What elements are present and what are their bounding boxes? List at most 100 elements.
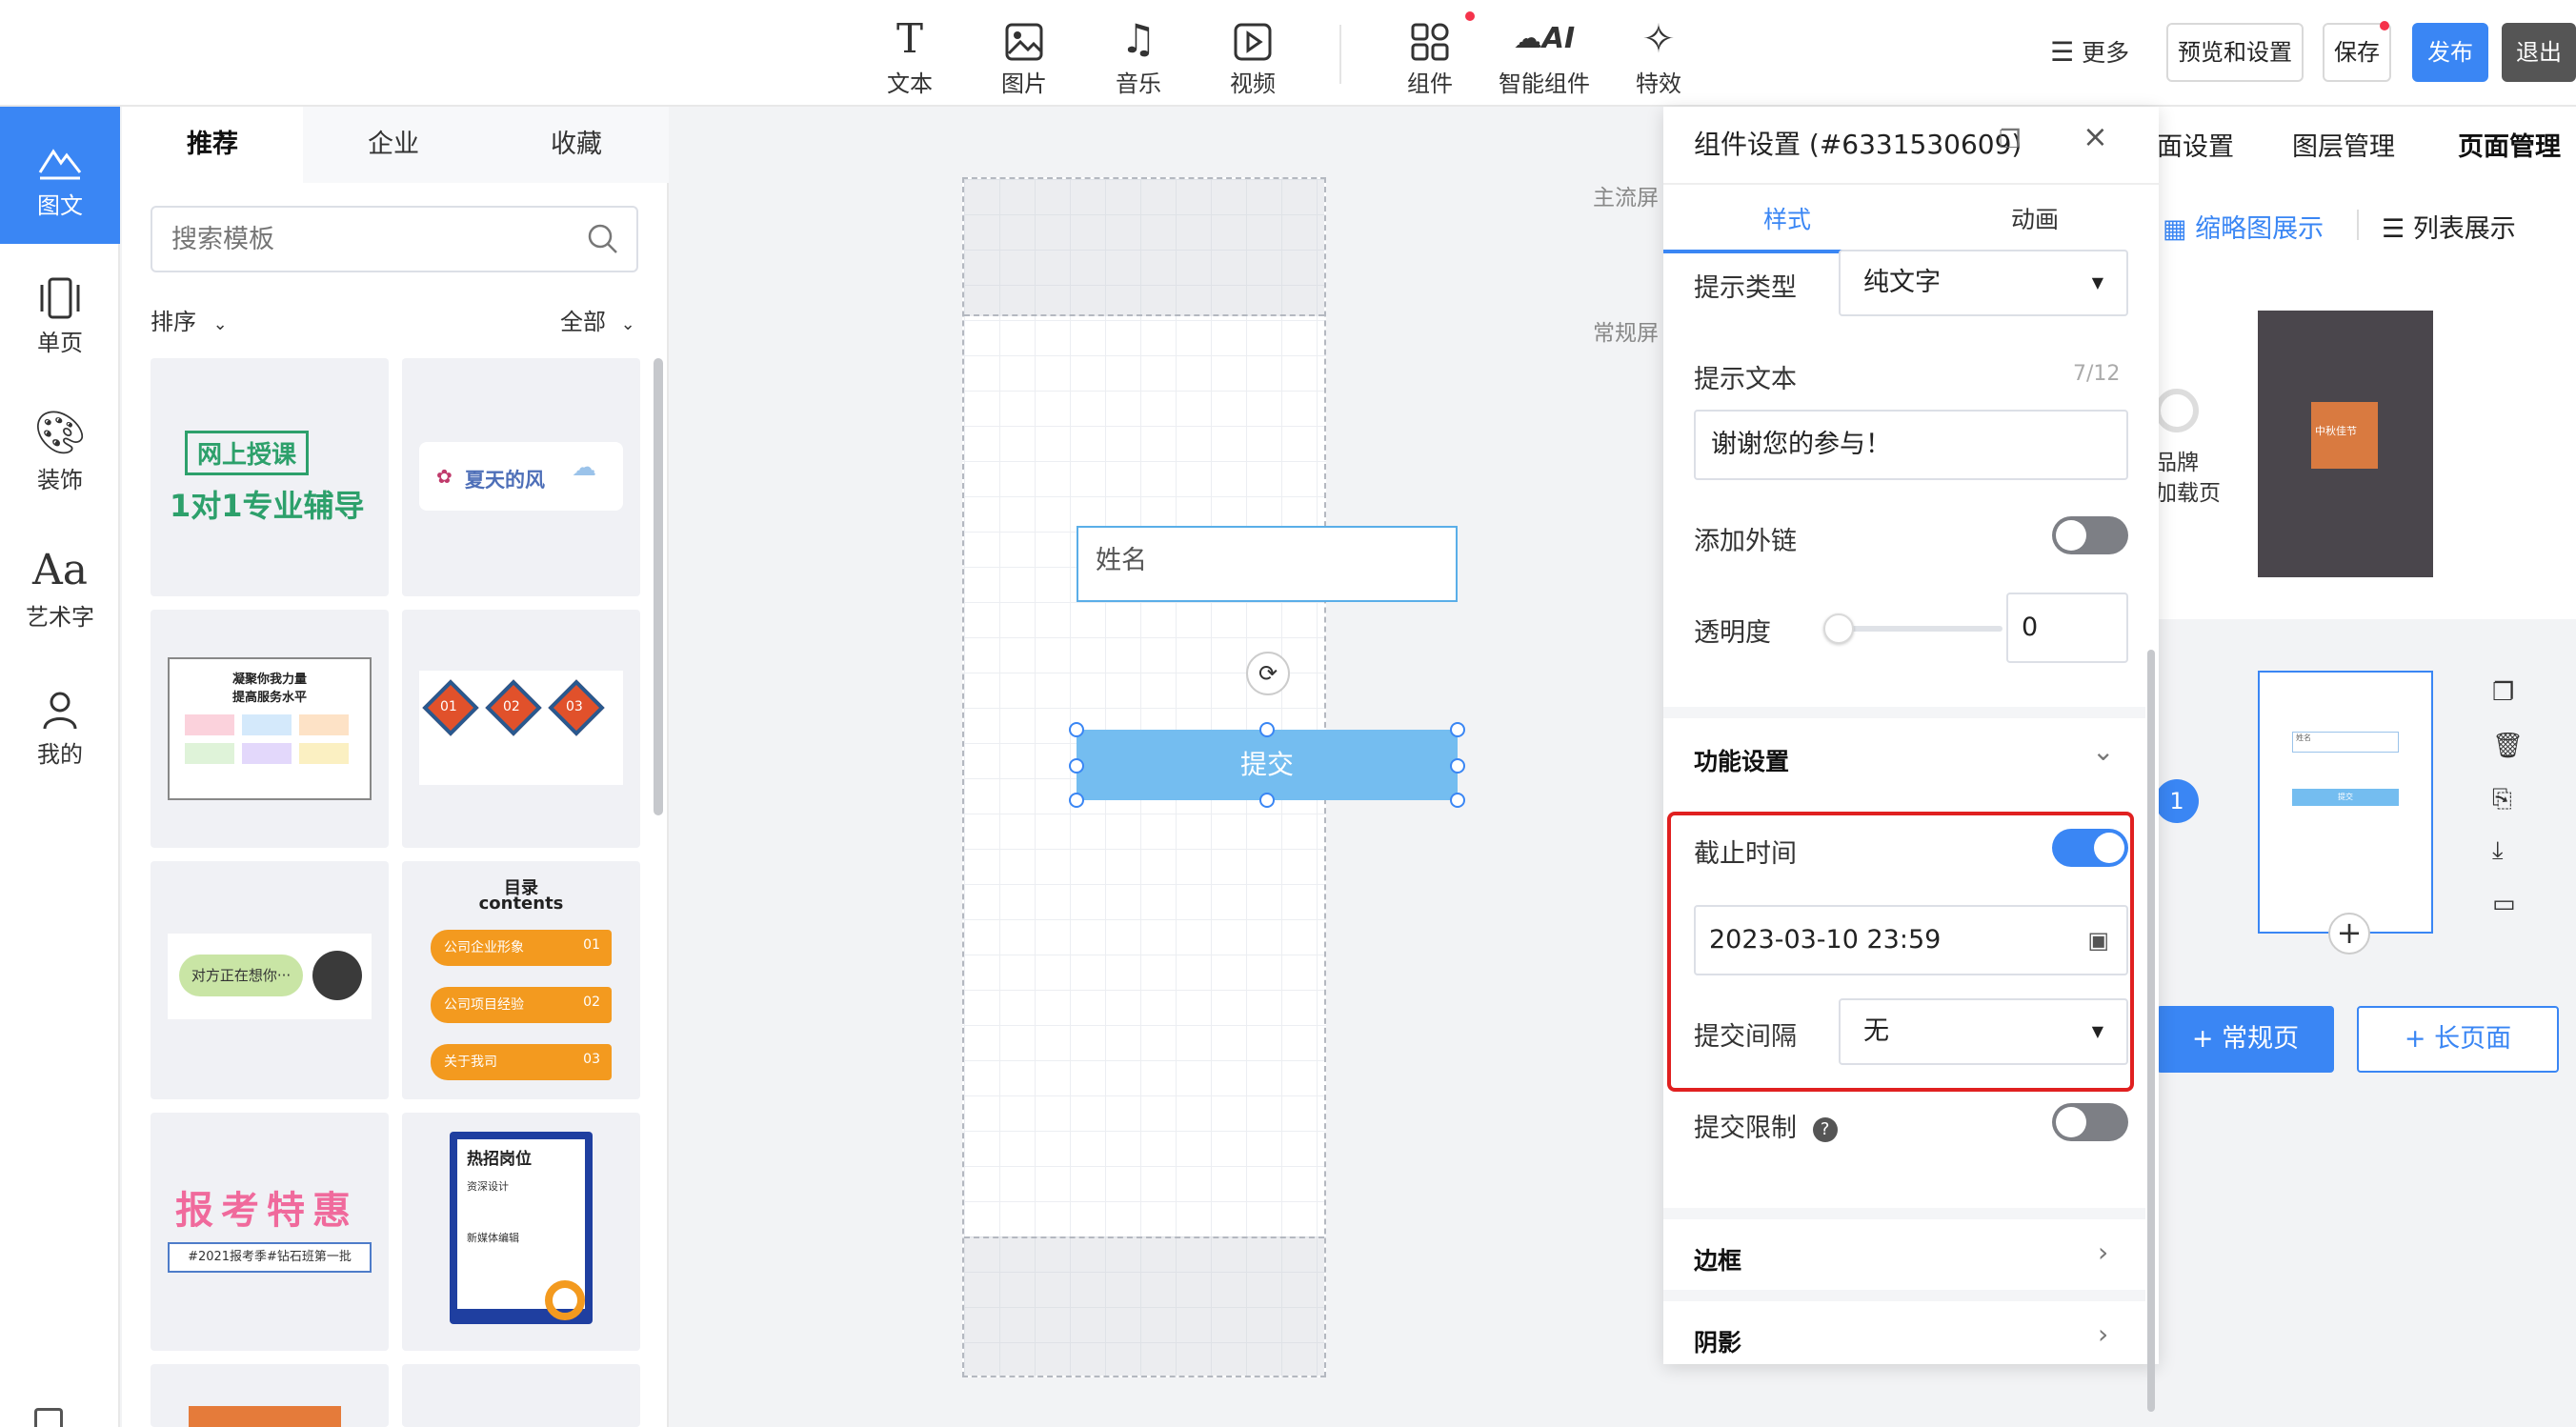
resize-handle[interactable] bbox=[1259, 722, 1275, 737]
caret-down-icon: ▼ bbox=[2091, 1022, 2103, 1040]
publish-button[interactable]: 发布 bbox=[2412, 23, 2488, 82]
add-link-toggle[interactable] bbox=[2052, 516, 2128, 554]
template-card[interactable]: 目录 contents 公司企业形象 01 公司项目经验 02 关于我司 03 bbox=[402, 861, 640, 1099]
tab-enterprise[interactable]: 企业 bbox=[303, 107, 484, 183]
hint-type-select[interactable]: 纯文字 ▼ bbox=[1839, 250, 2128, 316]
function-settings-header[interactable]: 功能设置 ⌄ bbox=[1663, 707, 2145, 800]
page-icon bbox=[0, 244, 120, 324]
hint-text-input[interactable]: 谢谢您的参与！ bbox=[1694, 410, 2128, 480]
add-page-icon[interactable]: + bbox=[2328, 913, 2370, 955]
copy-page-icon[interactable]: ❐ bbox=[2492, 678, 2514, 707]
settings-title: 组件设置 (#6331530609) bbox=[1694, 129, 2023, 160]
template-card[interactable]: 凝聚你我力量 提高服务水平 bbox=[151, 610, 389, 848]
add-normal-page-button[interactable]: + 常规页 bbox=[2157, 1006, 2334, 1073]
clipboard-icon[interactable] bbox=[34, 1408, 63, 1427]
deadline-toggle[interactable] bbox=[2052, 829, 2128, 867]
resize-handle[interactable] bbox=[1069, 793, 1084, 808]
opacity-input[interactable]: 0 bbox=[2006, 593, 2128, 663]
tab-animation[interactable]: 动画 bbox=[1911, 192, 2159, 250]
sort-dropdown[interactable]: 排序 ⌄ bbox=[151, 303, 228, 336]
tool-video[interactable]: 视频 bbox=[1200, 13, 1305, 99]
opacity-slider-track[interactable] bbox=[1839, 626, 2002, 632]
template-card[interactable]: ✿ 夏天的风 ☁ bbox=[402, 358, 640, 596]
opacity-slider-handle[interactable] bbox=[1823, 613, 1854, 644]
shadow-section-header[interactable]: 阴影 › bbox=[1663, 1290, 2145, 1364]
template-card[interactable]: 热招岗位 资深设计 新媒体编辑 bbox=[402, 1113, 640, 1351]
filter-dropdown[interactable]: 全部 ⌄ bbox=[560, 303, 635, 336]
effects-icon: ✧ bbox=[1641, 15, 1676, 62]
font-icon: Aa bbox=[31, 546, 88, 594]
user-icon bbox=[0, 655, 120, 735]
list-view-toggle[interactable]: ☰ 列表展示 bbox=[2382, 208, 2516, 245]
duplicate-icon[interactable]: ⎘ bbox=[2492, 785, 2512, 814]
tool-music[interactable]: ♫ 音乐 bbox=[1086, 13, 1191, 99]
exit-button[interactable]: 退出 bbox=[2502, 23, 2576, 82]
template-search-box[interactable] bbox=[151, 206, 638, 272]
thumbnail-view-toggle[interactable]: ▦ 缩略图展示 bbox=[2163, 208, 2324, 245]
more-menu[interactable]: ☰ 更多 bbox=[2050, 34, 2129, 69]
page-thumbnail[interactable]: 姓名 提交 bbox=[2258, 671, 2433, 934]
help-icon[interactable]: ? bbox=[1812, 1116, 1838, 1142]
template-card[interactable]: 网上授课 1对1专业辅导 bbox=[151, 358, 389, 596]
normal-screen-label: 常规屏 bbox=[1593, 321, 1659, 346]
tab-favorites[interactable]: 收藏 bbox=[484, 107, 669, 183]
resize-handle[interactable] bbox=[1450, 722, 1465, 737]
search-icon[interactable] bbox=[587, 223, 619, 259]
template-card[interactable] bbox=[402, 1364, 640, 1427]
tab-recommend[interactable]: 推荐 bbox=[122, 107, 303, 183]
avatar bbox=[312, 951, 362, 1000]
cloud-icon: ☁ bbox=[572, 453, 596, 482]
add-long-page-button[interactable]: + 长页面 bbox=[2357, 1006, 2559, 1073]
nav-item-single-page[interactable]: 单页 bbox=[0, 244, 120, 381]
submit-limit-toggle[interactable] bbox=[2052, 1103, 2128, 1141]
tab-style[interactable]: 样式 bbox=[1663, 192, 1911, 250]
submit-button[interactable]: 提交 bbox=[1077, 730, 1458, 800]
download-icon[interactable]: ⤓ bbox=[2492, 836, 2504, 866]
nav-item-mine[interactable]: 我的 bbox=[0, 655, 120, 793]
tool-effects[interactable]: ✧ 特效 bbox=[1606, 13, 1711, 99]
nav-item-graphic-text[interactable]: 图文 bbox=[0, 107, 120, 244]
border-section-header[interactable]: 边框 › bbox=[1663, 1208, 2145, 1290]
settings-scrollbar[interactable] bbox=[2147, 650, 2155, 1412]
tool-ai-components[interactable]: ☁AI 智能组件 bbox=[1492, 13, 1597, 99]
template-card[interactable] bbox=[151, 1364, 389, 1427]
deadline-datetime-input[interactable]: 2023-03-10 23:59 ▣ bbox=[1694, 905, 2128, 975]
palette-icon: 🎨︎ bbox=[33, 409, 87, 457]
resize-handle[interactable] bbox=[1259, 793, 1275, 808]
tool-image[interactable]: 图片 bbox=[972, 13, 1077, 99]
template-card[interactable]: 01 02 03 bbox=[402, 610, 640, 848]
list-icon: ☰ bbox=[2382, 214, 2405, 244]
nav-item-decoration[interactable]: 🎨︎ 装饰 bbox=[0, 381, 120, 518]
submit-interval-select[interactable]: 无 ▼ bbox=[1839, 998, 2128, 1065]
tool-components[interactable]: 组件 bbox=[1378, 13, 1482, 99]
calendar-icon: ▣ bbox=[2087, 927, 2109, 954]
trash-icon[interactable]: 🗑︎ bbox=[2492, 732, 2524, 760]
save-button[interactable]: 保存 bbox=[2323, 23, 2391, 82]
folder-icon[interactable]: ▭ bbox=[2492, 890, 2516, 918]
top-toolbar: T 文本 图片 ♫ 音乐 视频 组件 ☁AI 智能组件 ✧ 特效 ☰ 更多 预览… bbox=[0, 0, 2576, 107]
name-input-field[interactable]: 姓名 bbox=[1077, 526, 1458, 602]
tool-text[interactable]: T 文本 bbox=[857, 13, 962, 99]
caret-down-icon: ▼ bbox=[2091, 273, 2103, 291]
copy-id-icon[interactable]: ❐ bbox=[1999, 126, 2021, 154]
template-card[interactable]: 报考特惠 #2021报考季#钻石班第一批 bbox=[151, 1113, 389, 1351]
add-link-label: 添加外链 bbox=[1694, 527, 1797, 556]
template-search-input[interactable] bbox=[171, 217, 572, 261]
resize-handle[interactable] bbox=[1069, 758, 1084, 774]
opacity-label: 透明度 bbox=[1694, 618, 1771, 648]
rotate-icon[interactable]: ⟳ bbox=[1246, 652, 1290, 695]
loading-page-thumbnail[interactable]: 中秋佳节 bbox=[2258, 311, 2433, 577]
tab-page-settings[interactable]: 面设置 bbox=[2157, 126, 2234, 163]
hint-type-label: 提示类型 bbox=[1694, 273, 1797, 303]
preview-settings-button[interactable]: 预览和设置 bbox=[2166, 23, 2304, 82]
resize-handle[interactable] bbox=[1450, 793, 1465, 808]
resize-handle[interactable] bbox=[1450, 758, 1465, 774]
tab-page-management[interactable]: 页面管理 bbox=[2458, 126, 2561, 163]
hint-text-counter: 7/12 bbox=[2073, 362, 2121, 386]
resize-handle[interactable] bbox=[1069, 722, 1084, 737]
template-scrollbar[interactable] bbox=[654, 358, 663, 815]
nav-item-art-text[interactable]: Aa 艺术字 bbox=[0, 518, 120, 655]
close-icon[interactable]: × bbox=[2083, 118, 2108, 154]
template-card[interactable]: 对方正在想你··· bbox=[151, 861, 389, 1099]
tab-layer-management[interactable]: 图层管理 bbox=[2292, 126, 2395, 163]
